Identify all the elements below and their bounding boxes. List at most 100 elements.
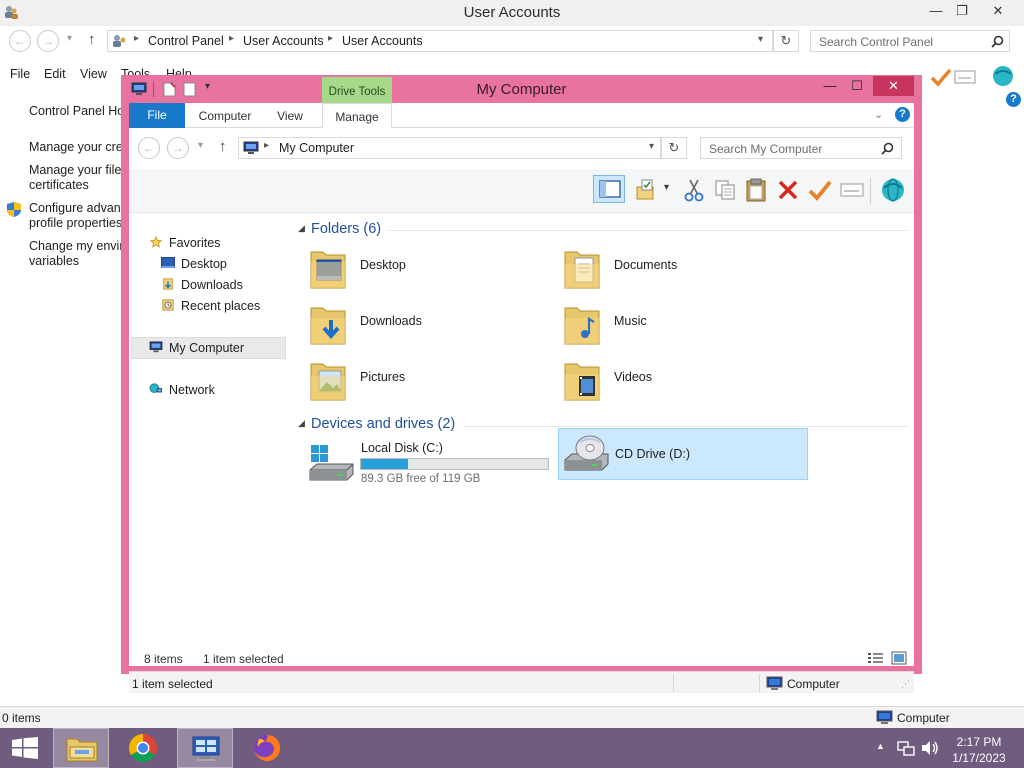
forward-button[interactable]: → [167,137,189,159]
minimize-button[interactable]: — [816,77,844,95]
collapse-drives-icon[interactable]: ◢ [298,418,305,429]
resize-grip[interactable]: ⋰ [901,679,910,690]
search-icon[interactable] [991,35,1004,48]
collapse-folders-icon[interactable]: ◢ [298,223,305,234]
clock[interactable]: 2:17 PM 1/17/2023 [944,734,1014,766]
nav-item-downloads[interactable]: Downloads [161,278,243,292]
address-bar[interactable]: ▸ My Computer ▾ [238,137,661,159]
user-accounts-titlebar[interactable]: User Accounts — ❐ ✕ [0,0,1024,26]
folder-tile-documents[interactable]: Documents [561,244,801,294]
breadcrumb-user-accounts-current[interactable]: User Accounts [342,34,423,48]
folder-properties-icon[interactable] [635,179,657,201]
group-header-folders[interactable]: Folders (6) [311,221,381,237]
maximize-button[interactable]: ☐ [843,77,871,95]
nav-favorites[interactable]: Favorites [149,236,220,250]
breadcrumb-my-computer[interactable]: My Computer [279,141,354,155]
volume-tray-icon[interactable] [921,740,939,756]
folder-tile-desktop[interactable]: Desktop [307,244,547,294]
address-dropdown-icon[interactable]: ▾ [649,141,654,152]
link-change-environment-line2[interactable]: variables [29,254,123,269]
breadcrumb-separator[interactable]: ▸ [328,33,333,44]
start-button[interactable] [0,728,50,768]
nav-network[interactable]: Network [149,383,215,397]
checkmark-icon[interactable] [808,179,832,201]
details-pane-button[interactable] [593,175,625,203]
globe-icon[interactable] [990,64,1016,88]
minimize-button[interactable]: — [922,0,950,24]
menu-edit[interactable]: Edit [44,67,66,81]
drive-tile-cd-drive-d[interactable]: CD Drive (D:) [558,428,808,480]
up-button[interactable]: ↑ [219,138,227,155]
tab-manage[interactable]: Manage [322,103,392,128]
folder-tile-music[interactable]: Music [561,300,801,350]
expand-ribbon-chevron-icon[interactable]: ⌄ [874,108,883,121]
refresh-button[interactable]: ↻ [661,137,687,159]
forward-button[interactable]: → [37,30,59,52]
status-item-count: 8 items [144,652,183,666]
globe-icon[interactable] [879,175,907,203]
window-title: My Computer [476,81,567,98]
delete-icon[interactable] [777,179,799,201]
drive-tile-local-disk-c[interactable]: Local Disk (C:) 89.3 GB free of 119 GB [307,440,557,488]
breadcrumb-separator[interactable]: ▸ [264,140,269,151]
search-input[interactable]: Search Control Panel [810,30,1010,52]
up-button[interactable]: ↑ [88,31,96,48]
taskbar-chrome[interactable] [115,728,171,768]
back-button[interactable]: ← [9,30,31,52]
close-button[interactable]: ✕ [984,0,1012,24]
folder-tile-pictures[interactable]: Pictures [307,356,547,406]
close-button[interactable]: ✕ [873,76,914,96]
recent-locations-dropdown[interactable]: ▾ [67,33,72,44]
nav-item-recent-places[interactable]: Recent places [161,299,260,313]
link-configure-advanced-profile-line2[interactable]: profile properties [29,216,123,231]
menu-file[interactable]: File [10,67,30,81]
rename-icon[interactable] [840,182,864,198]
copy-icon[interactable] [714,179,736,201]
show-hidden-icons-button[interactable]: ▲ [876,741,885,751]
window-title: User Accounts [463,4,561,21]
cut-icon[interactable] [684,178,704,202]
network-tray-icon[interactable] [897,740,915,756]
tab-view[interactable]: View [264,103,316,128]
link-control-panel-home[interactable]: Control Panel Home [29,104,123,119]
taskbar-file-explorer[interactable] [53,728,109,768]
search-input[interactable]: Search My Computer [700,137,902,159]
address-bar[interactable]: ▸ Control Panel ▸ User Accounts ▸ User A… [107,30,773,52]
help-icon[interactable]: ? [1006,92,1021,107]
address-dropdown-icon[interactable]: ▾ [758,34,763,45]
link-change-environment[interactable]: Change my environment [29,239,123,254]
rename-icon[interactable] [954,69,976,85]
restore-button[interactable]: ❐ [948,0,976,24]
breadcrumb-control-panel[interactable]: Control Panel [148,34,224,48]
details-view-icon[interactable] [868,652,884,665]
nav-item-desktop[interactable]: Desktop [161,257,227,271]
nav-my-computer[interactable]: My Computer [149,341,244,355]
search-icon[interactable] [881,142,894,155]
recent-locations-dropdown[interactable]: ▾ [198,140,203,151]
breadcrumb-separator[interactable]: ▸ [229,33,234,44]
link-manage-file-encryption-line2[interactable]: certificates [29,178,123,193]
recent-places-icon [162,299,174,311]
breadcrumb-separator[interactable]: ▸ [134,33,139,44]
breadcrumb-user-accounts[interactable]: User Accounts [243,34,324,48]
folder-label: Downloads [360,314,422,328]
folder-tile-videos[interactable]: Videos [561,356,801,406]
folder-properties-dropdown[interactable]: ▾ [664,182,669,193]
help-icon[interactable]: ? [895,107,910,122]
refresh-button[interactable]: ↻ [773,30,799,52]
paste-icon[interactable] [745,177,767,203]
search-placeholder: Search My Computer [709,142,823,156]
folder-tile-downloads[interactable]: Downloads [307,300,547,350]
tab-file[interactable]: File [129,103,185,128]
checkmark-icon[interactable] [930,67,952,87]
link-manage-file-encryption[interactable]: Manage your file encryption [29,163,123,178]
back-button[interactable]: ← [138,137,160,159]
group-header-drives[interactable]: Devices and drives (2) [311,416,455,432]
large-icons-view-icon[interactable] [891,651,907,665]
link-configure-advanced-profile[interactable]: Configure advanced user [29,201,123,216]
menu-view[interactable]: View [80,67,107,81]
link-manage-credentials[interactable]: Manage your credentials [29,140,123,155]
taskbar-firefox[interactable] [239,728,295,768]
taskbar-control-panel[interactable] [177,728,233,768]
tab-computer[interactable]: Computer [193,103,257,128]
